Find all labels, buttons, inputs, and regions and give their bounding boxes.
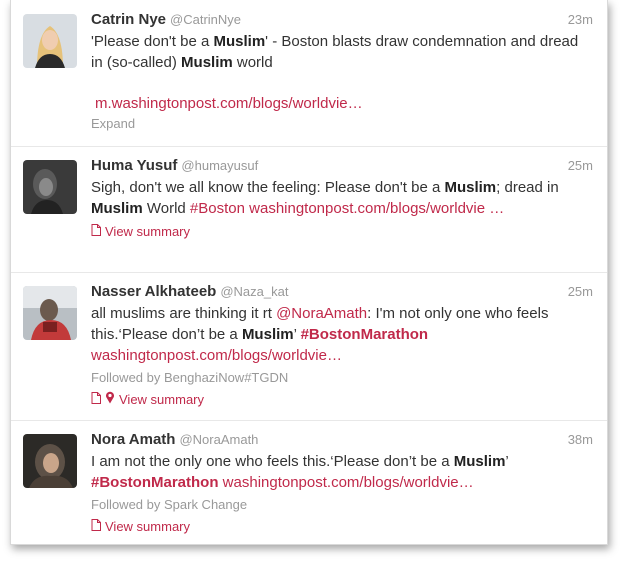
timestamp[interactable]: 25m — [568, 156, 593, 176]
hashtag-link[interactable]: #BostonMarathon — [91, 474, 219, 491]
followed-by[interactable]: Followed by BenghaziNow#TGDN — [91, 368, 593, 388]
view-summary-label: View summary — [119, 392, 205, 407]
text-segment: ’ — [505, 453, 509, 470]
highlighted-keyword: Muslim — [181, 54, 233, 71]
author-handle[interactable]: @Naza_kat — [220, 284, 288, 299]
highlighted-keyword: Muslim — [444, 179, 497, 196]
timestamp[interactable]: 23m — [568, 10, 593, 30]
avatar[interactable] — [23, 160, 77, 214]
tweet-text: I am not the only one who feels this.‘Pl… — [91, 451, 593, 493]
text-segment: all muslims are thinking it rt — [91, 305, 277, 322]
author-handle[interactable]: @NoraAmath — [179, 432, 258, 447]
mention-link[interactable]: @NoraAmath — [276, 305, 367, 322]
text-segment: Sigh, don't we all know the feeling: Ple… — [91, 179, 445, 196]
timestamp[interactable]: 25m — [568, 282, 593, 302]
highlighted-keyword: Muslim — [213, 33, 266, 50]
view-summary-button[interactable]: View summary — [91, 517, 593, 537]
expand-button[interactable]: Expand — [91, 114, 593, 134]
document-icon — [91, 390, 101, 410]
timestamp[interactable]: 38m — [568, 430, 593, 450]
tweet-catrin-nye[interactable]: Catrin Nye @CatrinNye 23m 'Please don't b… — [11, 0, 607, 147]
url-link[interactable]: washingtonpost.com/blogs/worldvie… — [91, 347, 342, 364]
highlighted-keyword: Muslim — [91, 200, 143, 217]
highlighted-keyword: Muslim — [241, 326, 294, 343]
text-segment: ’ — [293, 326, 301, 343]
tweet-text: 'Please don't be a Muslim' - Boston blas… — [91, 31, 593, 73]
timeline: Catrin Nye @CatrinNye 23m 'Please don't b… — [10, 0, 608, 545]
url-link[interactable]: washingtonpost.com/blogs/worldvie … — [249, 200, 504, 217]
tweet-text: all muslims are thinking it rt @NoraAmat… — [91, 303, 593, 366]
avatar[interactable] — [23, 14, 77, 68]
tweet-nora-amath[interactable]: Nora Amath @NoraAmath 38m I am not the on… — [11, 420, 607, 544]
author-name[interactable]: Nasser Alkhateeb — [91, 283, 216, 300]
tweet-nasser-alkhateeb[interactable]: Nasser Alkhateeb @Naza_kat 25m all muslim… — [11, 272, 607, 421]
view-summary-label: View summary — [105, 224, 191, 239]
tweet-text: Sigh, don't we all know the feeling: Ple… — [91, 177, 593, 219]
map-pin-icon — [105, 390, 115, 410]
view-summary-button[interactable]: View summary — [91, 222, 593, 242]
author-name[interactable]: Catrin Nye — [91, 11, 166, 28]
author-name[interactable]: Huma Yusuf — [91, 157, 177, 174]
document-icon — [91, 517, 101, 537]
hashtag-link[interactable]: #Boston — [190, 200, 245, 217]
avatar[interactable] — [23, 434, 77, 488]
url-link[interactable]: washingtonpost.com/blogs/worldvie… — [223, 474, 474, 491]
avatar[interactable] — [23, 286, 77, 340]
author-handle[interactable]: @humayusuf — [181, 158, 258, 173]
view-summary-label: View summary — [105, 519, 191, 534]
view-summary-button[interactable]: View summary — [91, 390, 593, 410]
text-segment: World — [142, 200, 190, 217]
author-handle[interactable]: @CatrinNye — [170, 12, 241, 27]
hashtag-link[interactable]: #BostonMarathon — [301, 326, 429, 343]
author-name[interactable]: Nora Amath — [91, 431, 175, 448]
text-segment: ; dread in — [496, 179, 559, 196]
text-segment: 'Please don't be a — [91, 33, 214, 50]
text-segment: world — [232, 54, 273, 71]
followed-by[interactable]: Followed by Spark Change — [91, 495, 593, 515]
text-segment: I am not the only one who feels this.‘Pl… — [91, 453, 454, 470]
tweet-huma-yusuf[interactable]: Huma Yusuf @humayusuf 25m Sigh, don't we … — [11, 146, 607, 273]
tweet-link[interactable]: m.washingtonpost.com/blogs/worldvie… — [95, 93, 593, 114]
highlighted-keyword: Muslim — [453, 453, 506, 470]
document-icon — [91, 222, 101, 242]
